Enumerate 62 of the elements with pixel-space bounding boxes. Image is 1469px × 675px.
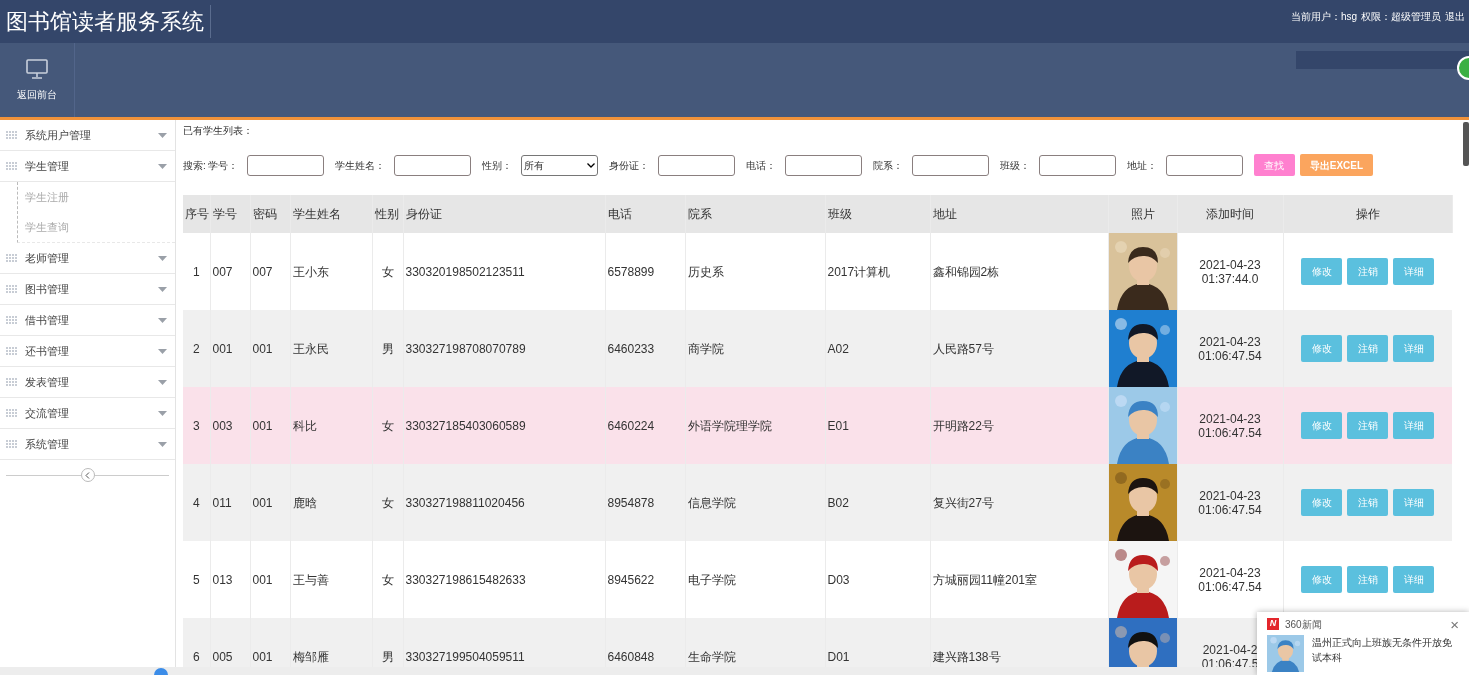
chevron-left-icon: [85, 471, 90, 479]
app-title: 图书馆读者服务系统: [6, 5, 211, 38]
search-label: 搜索:: [183, 158, 206, 173]
field-label: 学号：: [207, 158, 238, 173]
caret-icon: [158, 286, 167, 292]
caret-icon: [158, 441, 167, 447]
grip-icon: [6, 162, 18, 170]
sidebar-subitem[interactable]: 学生注册: [18, 182, 175, 212]
user-role: 权限：超级管理员: [1361, 10, 1441, 24]
field-label: 电话：: [745, 158, 776, 173]
grip-icon: [6, 378, 18, 386]
grip-icon: [6, 440, 18, 448]
field-label: 班级：: [999, 158, 1030, 173]
grip-icon: [6, 347, 18, 355]
sidebar-item[interactable]: 借书管理: [0, 305, 175, 336]
sidebar-item[interactable]: 学生管理: [0, 151, 175, 182]
field-label: 身份证：: [608, 158, 649, 173]
caret-icon: [158, 410, 167, 416]
sidebar-subitem[interactable]: 学生查询: [18, 212, 175, 242]
sidebar-item[interactable]: 老师管理: [0, 243, 175, 274]
sidebar-item[interactable]: 系统管理: [0, 429, 175, 460]
search-input[interactable]: [1165, 154, 1243, 176]
logout-link[interactable]: 退出: [1445, 9, 1465, 24]
collapse-button[interactable]: [80, 468, 95, 482]
toolbar-button[interactable]: 返回前台: [0, 43, 74, 117]
sidebar-item[interactable]: 系统用户管理: [0, 120, 175, 151]
monitor-icon: [26, 58, 48, 79]
caret-icon: [158, 255, 167, 261]
grip-icon: [6, 316, 18, 324]
grip-icon: [6, 131, 18, 139]
close-button[interactable]: ×: [1450, 616, 1459, 632]
search-input[interactable]: [393, 154, 471, 176]
sidebar-item[interactable]: 图书管理: [0, 274, 175, 305]
scrollbar-thumb[interactable]: [1463, 122, 1469, 166]
list-title: 已有学生列表：: [183, 124, 254, 137]
search-input[interactable]: [784, 154, 862, 176]
caret-icon: [158, 317, 167, 323]
search-input[interactable]: [246, 154, 324, 176]
field-label: 地址：: [1126, 158, 1157, 173]
field-label: 性别：: [481, 158, 512, 173]
field-label: 学生姓名：: [334, 158, 385, 173]
search-input[interactable]: [1038, 154, 1116, 176]
sidebar-item[interactable]: 发表管理: [0, 367, 175, 398]
chevron-down-icon: [586, 162, 595, 168]
grip-icon: [6, 409, 18, 417]
caret-icon: [158, 348, 167, 354]
search-input[interactable]: [911, 154, 989, 176]
gender-select[interactable]: 所有: [520, 154, 598, 176]
grip-icon: [6, 285, 18, 293]
caret-icon: [158, 132, 167, 138]
sidebar-item[interactable]: 还书管理: [0, 336, 175, 367]
current-user: 当前用户：hsg: [1290, 10, 1357, 24]
search-input[interactable]: [657, 154, 735, 176]
caret-icon: [158, 163, 167, 169]
sidebar-item[interactable]: 交流管理: [0, 398, 175, 429]
news-logo: N: [1267, 618, 1279, 630]
field-label: 院系：: [872, 158, 903, 173]
caret-icon: [158, 379, 167, 385]
news-headline[interactable]: 温州正式向上班族无条件开放免试本科: [1312, 635, 1459, 672]
scroll-thumb[interactable]: [154, 668, 168, 675]
news-source: 360新闻: [1285, 617, 1323, 632]
grip-icon: [6, 254, 18, 262]
